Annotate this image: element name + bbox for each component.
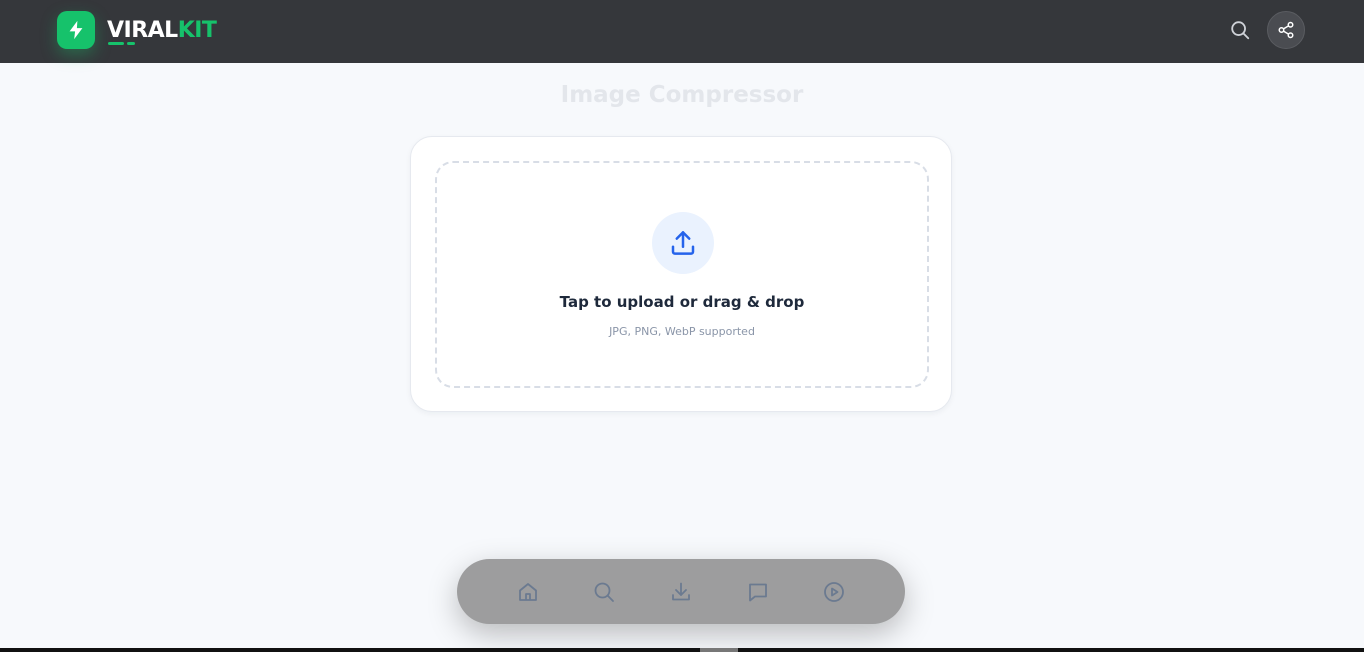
play-icon xyxy=(824,581,845,602)
nav-search-button[interactable] xyxy=(582,570,626,614)
upload-icon xyxy=(671,231,695,255)
share-icon xyxy=(1278,21,1294,39)
header-search-button[interactable] xyxy=(1222,12,1258,48)
logo-underline xyxy=(108,42,124,45)
logo-text-accent: KIT xyxy=(177,18,217,43)
nav-download-button[interactable] xyxy=(659,570,703,614)
upload-icon-circle xyxy=(652,212,714,274)
page-title: Image Compressor xyxy=(560,82,804,108)
nav-play-button[interactable] xyxy=(812,570,856,614)
bottom-edge xyxy=(0,648,1364,652)
top-bar: VIRALKIT xyxy=(0,0,1364,63)
upload-supported-formats: JPG, PNG, WebP supported xyxy=(609,325,755,338)
logo-text-primary: VIRAL xyxy=(107,18,178,43)
download-icon xyxy=(672,582,690,600)
header-share-button[interactable] xyxy=(1267,11,1305,49)
upload-card: Tap to upload or drag & drop JPG, PNG, W… xyxy=(410,136,952,412)
nav-home-button[interactable] xyxy=(506,570,550,614)
upload-title: Tap to upload or drag & drop xyxy=(559,293,805,311)
bottom-edge-handle xyxy=(700,648,738,652)
chat-icon xyxy=(748,583,767,601)
search-icon xyxy=(1231,21,1250,40)
nav-chat-button[interactable] xyxy=(736,570,780,614)
search-icon xyxy=(594,582,615,602)
lightning-bolt-icon xyxy=(69,20,83,40)
upload-dropzone[interactable]: Tap to upload or drag & drop JPG, PNG, W… xyxy=(435,161,929,388)
logo-badge[interactable] xyxy=(57,11,95,49)
logo-underline-dot xyxy=(127,42,135,45)
bottom-navigation xyxy=(457,559,905,624)
home-icon xyxy=(518,582,537,601)
